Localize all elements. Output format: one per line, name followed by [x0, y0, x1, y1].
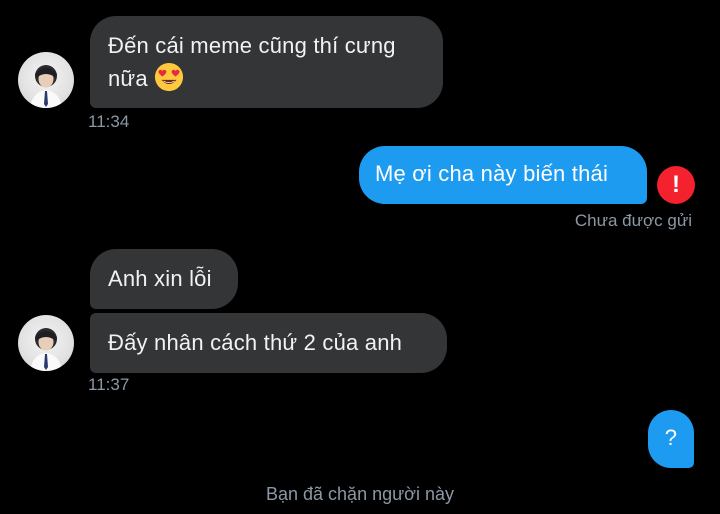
dm-conversation: Đến cái meme cũng thí cưng nữa 11:34 Mẹ … — [0, 0, 720, 514]
smiling-face-with-heart-eyes-icon — [154, 62, 183, 92]
user-avatar-image — [30, 65, 62, 108]
message-text: Anh xin lỗi — [108, 266, 212, 291]
outgoing-message[interactable]: Mẹ ơi cha này biến thái — [359, 146, 647, 204]
outgoing-message[interactable]: ? — [648, 410, 694, 468]
incoming-message[interactable]: Đến cái meme cũng thí cưng nữa — [90, 16, 443, 108]
message-text-line2: nữa — [108, 62, 421, 95]
send-status: Chưa được gửi — [574, 211, 692, 230]
blocked-notice: Bạn đã chặn người này — [266, 484, 454, 504]
send-error-icon[interactable]: ! — [657, 166, 695, 204]
avatar[interactable] — [18, 52, 74, 108]
message-text: Mẹ ơi cha này biến thái — [375, 161, 609, 186]
incoming-message[interactable]: Anh xin lỗi — [90, 249, 238, 309]
message-text: Đấy nhân cách thứ 2 của anh — [108, 330, 403, 355]
incoming-message[interactable]: Đấy nhân cách thứ 2 của anh — [90, 313, 447, 373]
user-avatar-image — [30, 328, 62, 371]
message-text: ? — [664, 425, 678, 450]
message-timestamp: 11:37 — [88, 375, 130, 394]
message-timestamp: 11:34 — [88, 112, 130, 131]
message-text: Đến cái meme cũng thí cưng — [108, 33, 396, 58]
avatar[interactable] — [18, 315, 74, 371]
